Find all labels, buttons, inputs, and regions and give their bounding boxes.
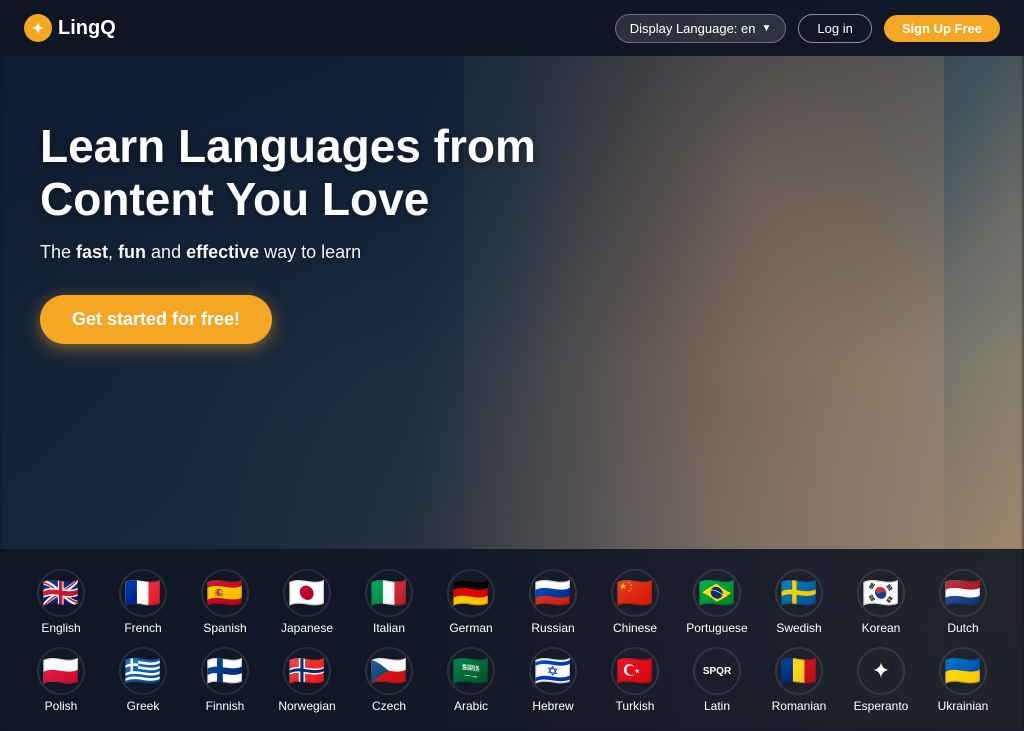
navbar: ✦ LingQ Display Language: en ▼ Log in Si… (0, 0, 1024, 56)
dutch-label: Dutch (947, 621, 978, 635)
subtitle-comma: , (108, 242, 118, 262)
subtitle-suffix: way to learn (259, 242, 361, 262)
language-selector-button[interactable]: Display Language: en ▼ (615, 14, 787, 43)
romanian-label: Romanian (772, 699, 827, 713)
czech-flag (365, 647, 413, 695)
french-label: French (124, 621, 161, 635)
hero-content: Learn Languages from Content You Love Th… (40, 120, 580, 344)
french-flag (119, 569, 167, 617)
language-row-2: Polish Greek Finnish Norwegian Czech Arabic He… (20, 643, 1004, 717)
nav-right: Display Language: en ▼ Log in Sign Up Fr… (615, 14, 1000, 43)
language-item-greek[interactable]: Greek (102, 643, 184, 717)
esperanto-label: Esperanto (854, 699, 909, 713)
language-grid: English French Spanish Japanese Italian Germa… (0, 549, 1024, 731)
language-item-hebrew[interactable]: Hebrew (512, 643, 594, 717)
russian-label: Russian (531, 621, 574, 635)
language-item-norwegian[interactable]: Norwegian (266, 643, 348, 717)
logo-text: LingQ (58, 17, 116, 40)
czech-label: Czech (372, 699, 406, 713)
language-item-portuguese[interactable]: Portuguese (676, 565, 758, 639)
finnish-flag (201, 647, 249, 695)
esperanto-flag (857, 647, 905, 695)
latin-flag (693, 647, 741, 695)
english-flag (37, 569, 85, 617)
language-item-swedish[interactable]: Swedish (758, 565, 840, 639)
korean-label: Korean (862, 621, 901, 635)
chevron-down-icon: ▼ (761, 23, 771, 34)
language-item-esperanto[interactable]: Esperanto (840, 643, 922, 717)
portuguese-flag (693, 569, 741, 617)
language-item-english[interactable]: English (20, 565, 102, 639)
language-selector-label: Display Language: en (630, 21, 756, 36)
arabic-label: Arabic (454, 699, 488, 713)
language-item-french[interactable]: French (102, 565, 184, 639)
language-item-russian[interactable]: Russian (512, 565, 594, 639)
greek-label: Greek (127, 699, 160, 713)
chinese-flag (611, 569, 659, 617)
latin-label: Latin (704, 699, 730, 713)
swedish-label: Swedish (776, 621, 821, 635)
logo[interactable]: ✦ LingQ (24, 14, 116, 42)
italian-label: Italian (373, 621, 405, 635)
signup-button[interactable]: Sign Up Free (884, 15, 1000, 42)
language-item-romanian[interactable]: Romanian (758, 643, 840, 717)
japanese-label: Japanese (281, 621, 333, 635)
language-item-dutch[interactable]: Dutch (922, 565, 1004, 639)
spanish-flag (201, 569, 249, 617)
german-flag (447, 569, 495, 617)
language-item-korean[interactable]: Korean (840, 565, 922, 639)
language-item-german[interactable]: German (430, 565, 512, 639)
korean-flag (857, 569, 905, 617)
language-item-japanese[interactable]: Japanese (266, 565, 348, 639)
subtitle-effective: effective (186, 242, 259, 262)
hero-section: ✦ LingQ Display Language: en ▼ Log in Si… (0, 0, 1024, 731)
subtitle-prefix: The (40, 242, 76, 262)
language-item-chinese[interactable]: Chinese (594, 565, 676, 639)
language-item-czech[interactable]: Czech (348, 643, 430, 717)
german-label: German (449, 621, 492, 635)
ukrainian-label: Ukrainian (938, 699, 989, 713)
language-item-spanish[interactable]: Spanish (184, 565, 266, 639)
norwegian-flag (283, 647, 331, 695)
english-label: English (41, 621, 80, 635)
language-item-latin[interactable]: Latin (676, 643, 758, 717)
cta-button[interactable]: Get started for free! (40, 295, 272, 344)
polish-flag (37, 647, 85, 695)
chinese-label: Chinese (613, 621, 657, 635)
portuguese-label: Portuguese (686, 621, 747, 635)
arabic-flag (447, 647, 495, 695)
turkish-flag (611, 647, 659, 695)
language-item-ukrainian[interactable]: Ukrainian (922, 643, 1004, 717)
finnish-label: Finnish (206, 699, 245, 713)
spanish-label: Spanish (203, 621, 246, 635)
russian-flag (529, 569, 577, 617)
language-item-turkish[interactable]: Turkish (594, 643, 676, 717)
hero-title: Learn Languages from Content You Love (40, 120, 580, 226)
japanese-flag (283, 569, 331, 617)
subtitle-fun: fun (118, 242, 146, 262)
italian-flag (365, 569, 413, 617)
norwegian-label: Norwegian (278, 699, 335, 713)
turkish-label: Turkish (616, 699, 655, 713)
subtitle-and: and (146, 242, 186, 262)
language-item-italian[interactable]: Italian (348, 565, 430, 639)
hero-subtitle: The fast, fun and effective way to learn (40, 242, 580, 263)
hebrew-label: Hebrew (532, 699, 573, 713)
language-item-polish[interactable]: Polish (20, 643, 102, 717)
language-row-1: English French Spanish Japanese Italian Germa… (20, 565, 1004, 639)
ukrainian-flag (939, 647, 987, 695)
language-item-arabic[interactable]: Arabic (430, 643, 512, 717)
subtitle-fast: fast (76, 242, 108, 262)
dutch-flag (939, 569, 987, 617)
romanian-flag (775, 647, 823, 695)
greek-flag (119, 647, 167, 695)
logo-icon: ✦ (24, 14, 52, 42)
login-button[interactable]: Log in (798, 14, 871, 43)
hebrew-flag (529, 647, 577, 695)
language-item-finnish[interactable]: Finnish (184, 643, 266, 717)
swedish-flag (775, 569, 823, 617)
polish-label: Polish (45, 699, 78, 713)
